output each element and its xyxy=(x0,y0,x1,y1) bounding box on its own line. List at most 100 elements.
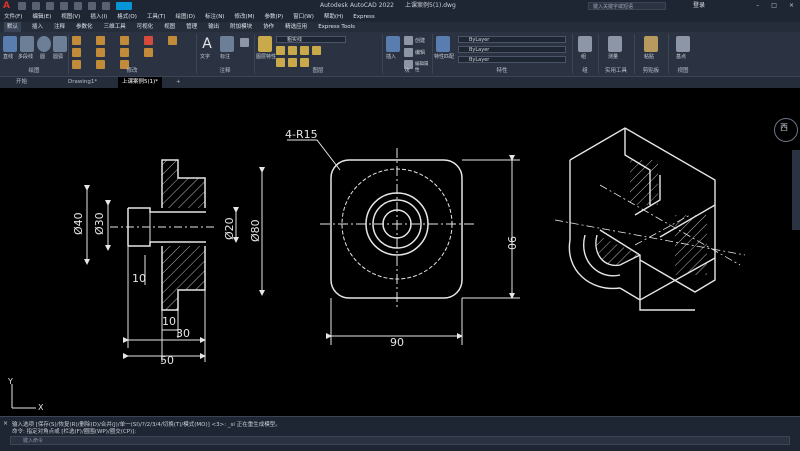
ribbon-tab[interactable]: 视图 xyxy=(164,22,175,32)
ribbon-tab[interactable]: Express Tools xyxy=(318,22,355,32)
lineweight-dropdown[interactable]: ByLayer xyxy=(458,56,566,63)
offset-icon[interactable] xyxy=(144,48,153,57)
polyline-icon[interactable] xyxy=(20,36,34,52)
fillet-icon[interactable] xyxy=(168,36,177,45)
measure-icon[interactable] xyxy=(608,36,622,52)
navigation-bar[interactable] xyxy=(792,150,800,230)
search-input[interactable]: 键入关键字或短语 xyxy=(588,2,666,10)
edit-label: 编辑 xyxy=(415,50,426,56)
ribbon-tab[interactable]: 精选应用 xyxy=(285,22,307,32)
layers-panel-label[interactable]: 图层 xyxy=(254,66,382,74)
draw-panel-label[interactable]: 绘图 xyxy=(0,66,68,74)
layer-tool-icon[interactable] xyxy=(276,46,285,55)
create-block-icon[interactable] xyxy=(404,36,413,45)
autocad-logo[interactable]: A xyxy=(3,1,13,11)
rotate-icon[interactable] xyxy=(96,36,105,45)
doc-tab-drawing1[interactable]: Drawing1* xyxy=(64,77,101,88)
base-view-icon[interactable] xyxy=(676,36,690,52)
menu-item[interactable]: 绘图(D) xyxy=(176,12,196,22)
drawing-svg[interactable]: Ø40 Ø30 Ø20 Ø80 10 10 30 50 4-R15 90 90 … xyxy=(0,88,800,416)
close-command-icon[interactable]: × xyxy=(3,420,8,427)
layer-properties-icon[interactable] xyxy=(258,36,272,52)
open-icon[interactable] xyxy=(32,2,40,10)
ribbon-tab[interactable]: 插入 xyxy=(32,22,43,32)
draw-panel: 直线 多段线 圆 圆弧 绘图 xyxy=(0,34,69,74)
layer-tool-icon[interactable] xyxy=(288,46,297,55)
erase-icon[interactable] xyxy=(144,36,153,45)
drawing-canvas[interactable]: Ø40 Ø30 Ø20 Ø80 10 10 30 50 4-R15 90 90 … xyxy=(0,88,800,416)
share-icon[interactable] xyxy=(116,2,132,10)
menu-item[interactable]: 窗口(W) xyxy=(293,12,314,22)
layer-dropdown[interactable]: 粗实线 xyxy=(276,36,346,43)
trim-icon[interactable] xyxy=(120,36,129,45)
new-tab-button[interactable]: + xyxy=(172,77,185,88)
menu-item[interactable]: 文件(F) xyxy=(4,12,22,22)
menu-item[interactable]: Express xyxy=(353,12,374,22)
save-as-icon[interactable] xyxy=(60,2,68,10)
minimize-icon[interactable]: – xyxy=(756,0,759,12)
view-panel-label[interactable]: 视图 xyxy=(668,66,698,74)
dim-50: 50 xyxy=(160,354,174,367)
text-label: 文字 xyxy=(200,54,211,60)
section-view xyxy=(84,159,265,362)
ribbon-tab[interactable]: 参数化 xyxy=(76,22,93,32)
menu-item[interactable]: 视图(V) xyxy=(61,12,80,22)
menu-item[interactable]: 编辑(E) xyxy=(32,12,51,22)
mirror-icon[interactable] xyxy=(96,48,105,57)
ribbon-tab[interactable]: 注释 xyxy=(54,22,65,32)
linetype-dropdown[interactable]: ByLayer xyxy=(458,46,566,53)
block-panel-label[interactable]: 块 xyxy=(382,66,432,74)
insert-icon[interactable] xyxy=(386,36,400,52)
ucs-icon xyxy=(11,384,36,409)
edit-block-icon[interactable] xyxy=(404,48,413,57)
ribbon-tab[interactable]: 输出 xyxy=(208,22,219,32)
ribbon-tab[interactable]: 默认 xyxy=(4,22,22,32)
text-icon[interactable]: A xyxy=(200,36,214,52)
menu-item[interactable]: 格式(O) xyxy=(117,12,137,22)
move-icon[interactable] xyxy=(72,36,81,45)
properties-panel-label[interactable]: 特性 xyxy=(432,66,572,74)
table-icon[interactable] xyxy=(240,38,249,47)
menu-item[interactable]: 帮助(H) xyxy=(324,12,343,22)
menu-item[interactable]: 插入(I) xyxy=(90,12,107,22)
quick-access-toolbar xyxy=(18,2,132,10)
save-icon[interactable] xyxy=(46,2,54,10)
menu-item[interactable]: 工具(T) xyxy=(147,12,166,22)
arc-icon[interactable] xyxy=(53,36,67,52)
layer-tool-icon[interactable] xyxy=(312,46,321,55)
clipboard-panel-label[interactable]: 剪贴板 xyxy=(634,66,668,74)
ribbon-tab[interactable]: 附加模块 xyxy=(230,22,252,32)
paste-icon[interactable] xyxy=(644,36,658,52)
sign-in-button[interactable]: 登录 xyxy=(693,0,705,12)
menu-item[interactable]: 参数(P) xyxy=(265,12,284,22)
modify-panel-label[interactable]: 修改 xyxy=(68,66,196,74)
utilities-panel-label[interactable]: 实用工具 xyxy=(598,66,634,74)
line-icon[interactable] xyxy=(3,36,17,52)
command-input[interactable]: 键入命令 xyxy=(10,436,790,445)
copy-icon[interactable] xyxy=(72,48,81,57)
doc-tab-start[interactable]: 开始 xyxy=(12,77,31,88)
annotation-panel-label[interactable]: 注释 xyxy=(196,66,254,74)
menu-item[interactable]: 修改(M) xyxy=(234,12,254,22)
dimension-icon[interactable] xyxy=(220,36,234,52)
circle-icon[interactable] xyxy=(37,36,51,52)
redo-icon[interactable] xyxy=(102,2,110,10)
ribbon-tab[interactable]: 管理 xyxy=(186,22,197,32)
color-dropdown[interactable]: ByLayer xyxy=(458,36,566,43)
groups-panel-label[interactable]: 组 xyxy=(572,66,598,74)
doc-tab-current[interactable]: 上课案例5(1)* xyxy=(118,77,163,88)
undo-icon[interactable] xyxy=(88,2,96,10)
new-icon[interactable] xyxy=(18,2,26,10)
explode-icon[interactable] xyxy=(120,48,129,57)
group-icon[interactable] xyxy=(578,36,592,52)
menu-item[interactable]: 标注(N) xyxy=(205,12,224,22)
ribbon-tab[interactable]: 可视化 xyxy=(137,22,154,32)
print-icon[interactable] xyxy=(74,2,82,10)
layer-tool-icon[interactable] xyxy=(300,46,309,55)
match-properties-icon[interactable] xyxy=(436,36,450,52)
viewcube-face[interactable]: 西 xyxy=(780,122,788,133)
ribbon-tab[interactable]: 三维工具 xyxy=(104,22,126,32)
ribbon-tab[interactable]: 协作 xyxy=(263,22,274,32)
close-icon[interactable]: × xyxy=(789,0,794,12)
maximize-icon[interactable]: □ xyxy=(771,0,777,12)
